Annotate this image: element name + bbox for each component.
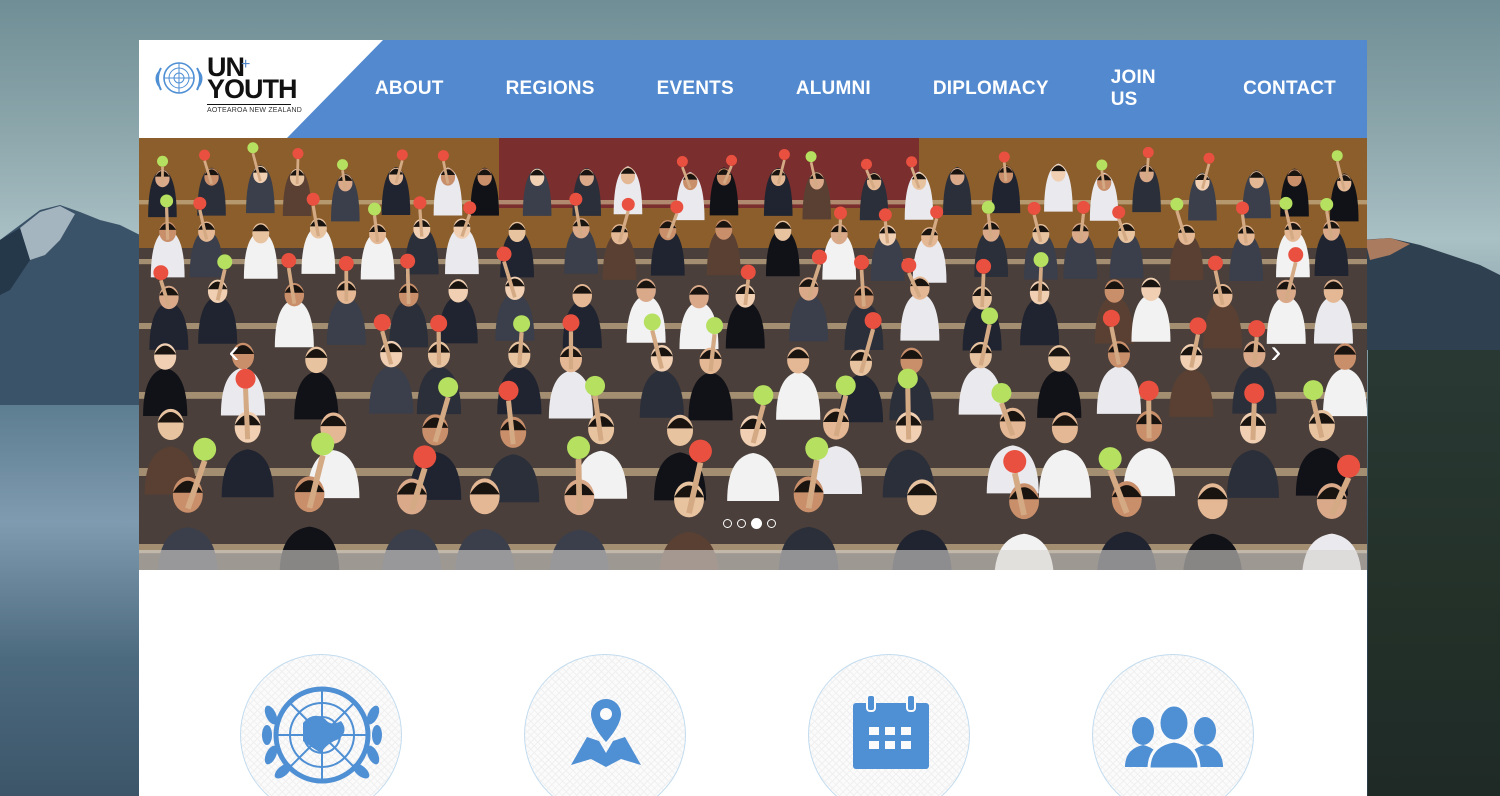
hero-image	[139, 138, 1367, 570]
slider-next-arrow[interactable]: ›	[1263, 335, 1289, 367]
feature-links	[139, 654, 1367, 796]
slider-dot-4[interactable]	[767, 519, 776, 528]
site-logo[interactable]: UN + YOUTH AOTEAROA NEW ZEALAND	[153, 54, 303, 124]
people-group-icon	[1125, 703, 1223, 771]
feature-about-circle[interactable]	[240, 654, 402, 796]
calendar-icon	[853, 694, 929, 769]
nav-item-diplomacy[interactable]: DIPLOMACY	[933, 78, 1049, 100]
nav-item-alumni[interactable]: ALUMNI	[796, 78, 871, 100]
slider-pagination	[723, 518, 776, 529]
slider-dot-2[interactable]	[737, 519, 746, 528]
nav-item-regions[interactable]: REGIONS	[506, 78, 595, 100]
background-lake	[0, 405, 140, 796]
logo-subtitle: AOTEAROA NEW ZEALAND	[207, 107, 303, 114]
feature-events-circle[interactable]	[808, 654, 970, 796]
nav-item-join-us[interactable]: JOIN US	[1111, 67, 1181, 111]
page-frame: UN + YOUTH AOTEAROA NEW ZEALAND ABOUT RE…	[139, 40, 1367, 796]
nav-item-about[interactable]: ABOUT	[375, 78, 444, 100]
un-emblem-icon	[262, 686, 382, 784]
slider-prev-arrow[interactable]: ‹	[221, 335, 247, 367]
hero-slider: ‹ ›	[139, 138, 1367, 570]
nav-item-events[interactable]: EVENTS	[657, 78, 734, 100]
site-header: UN + YOUTH AOTEAROA NEW ZEALAND ABOUT RE…	[139, 40, 1367, 138]
nav-item-contact[interactable]: CONTACT	[1243, 78, 1336, 100]
un-emblem-icon	[155, 62, 203, 94]
main-nav: ABOUT REGIONS EVENTS ALUMNI DIPLOMACY JO…	[344, 40, 1367, 138]
feature-alumni-circle[interactable]	[1092, 654, 1254, 796]
feature-regions-circle[interactable]	[524, 654, 686, 796]
logo-text-youth: YOUTH	[207, 74, 297, 104]
logo-plus: +	[241, 56, 251, 73]
background-mountain-left	[0, 205, 140, 420]
logo-divider	[207, 104, 291, 105]
slider-dot-1[interactable]	[723, 519, 732, 528]
slider-dot-3[interactable]	[751, 518, 762, 529]
background-mountain-right	[1360, 238, 1500, 350]
map-pin-icon	[571, 699, 641, 767]
